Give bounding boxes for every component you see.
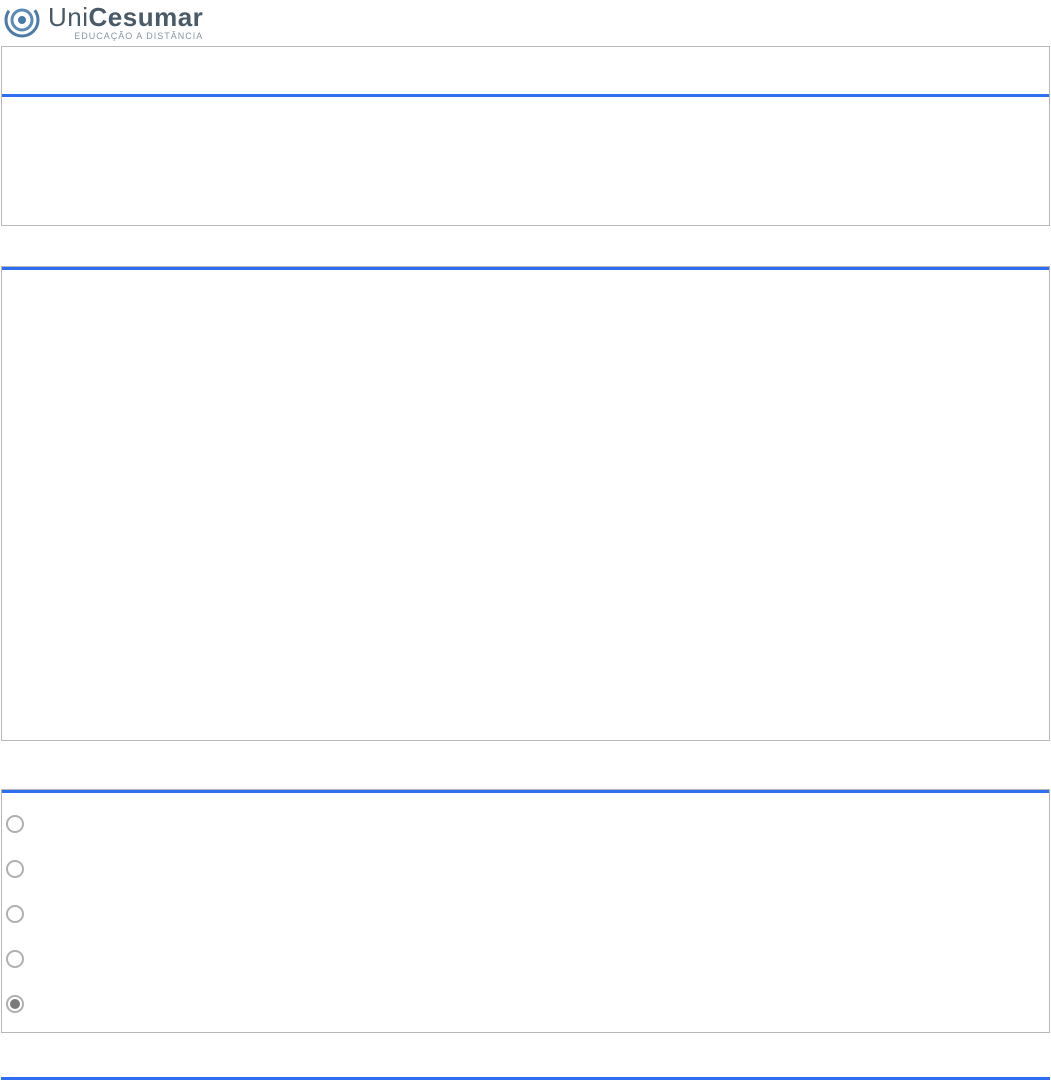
panel-2-body [2,270,1049,740]
panel-1 [1,46,1050,226]
option-row [6,801,1045,846]
logo-text: UniCesumar EDUCAÇÃO A DISTÂNCIA [48,4,203,41]
panel-1-header [2,47,1049,97]
radio-option-4[interactable] [6,950,24,968]
option-row [6,981,1045,1026]
spacer-3 [0,1033,1051,1077]
spacer-2 [0,741,1051,789]
logo-brand-prefix: Uni [48,2,89,32]
radio-option-3[interactable] [6,905,24,923]
radio-option-5[interactable] [6,995,24,1013]
logo-brand-suffix: Cesumar [89,2,204,32]
spacer-1 [0,226,1051,266]
logo-mark-icon [2,2,42,42]
logo-brand: UniCesumar [48,4,203,30]
options-body [2,793,1049,1032]
option-row [6,846,1045,891]
option-row [6,936,1045,981]
logo: UniCesumar EDUCAÇÃO A DISTÂNCIA [0,0,1051,46]
panel-2 [1,266,1050,741]
panel-1-body [2,97,1049,225]
option-row [6,891,1045,936]
radio-option-2[interactable] [6,860,24,878]
panel-options [1,789,1050,1033]
radio-option-1[interactable] [6,815,24,833]
logo-subtitle: EDUCAÇÃO A DISTÂNCIA [48,32,203,41]
